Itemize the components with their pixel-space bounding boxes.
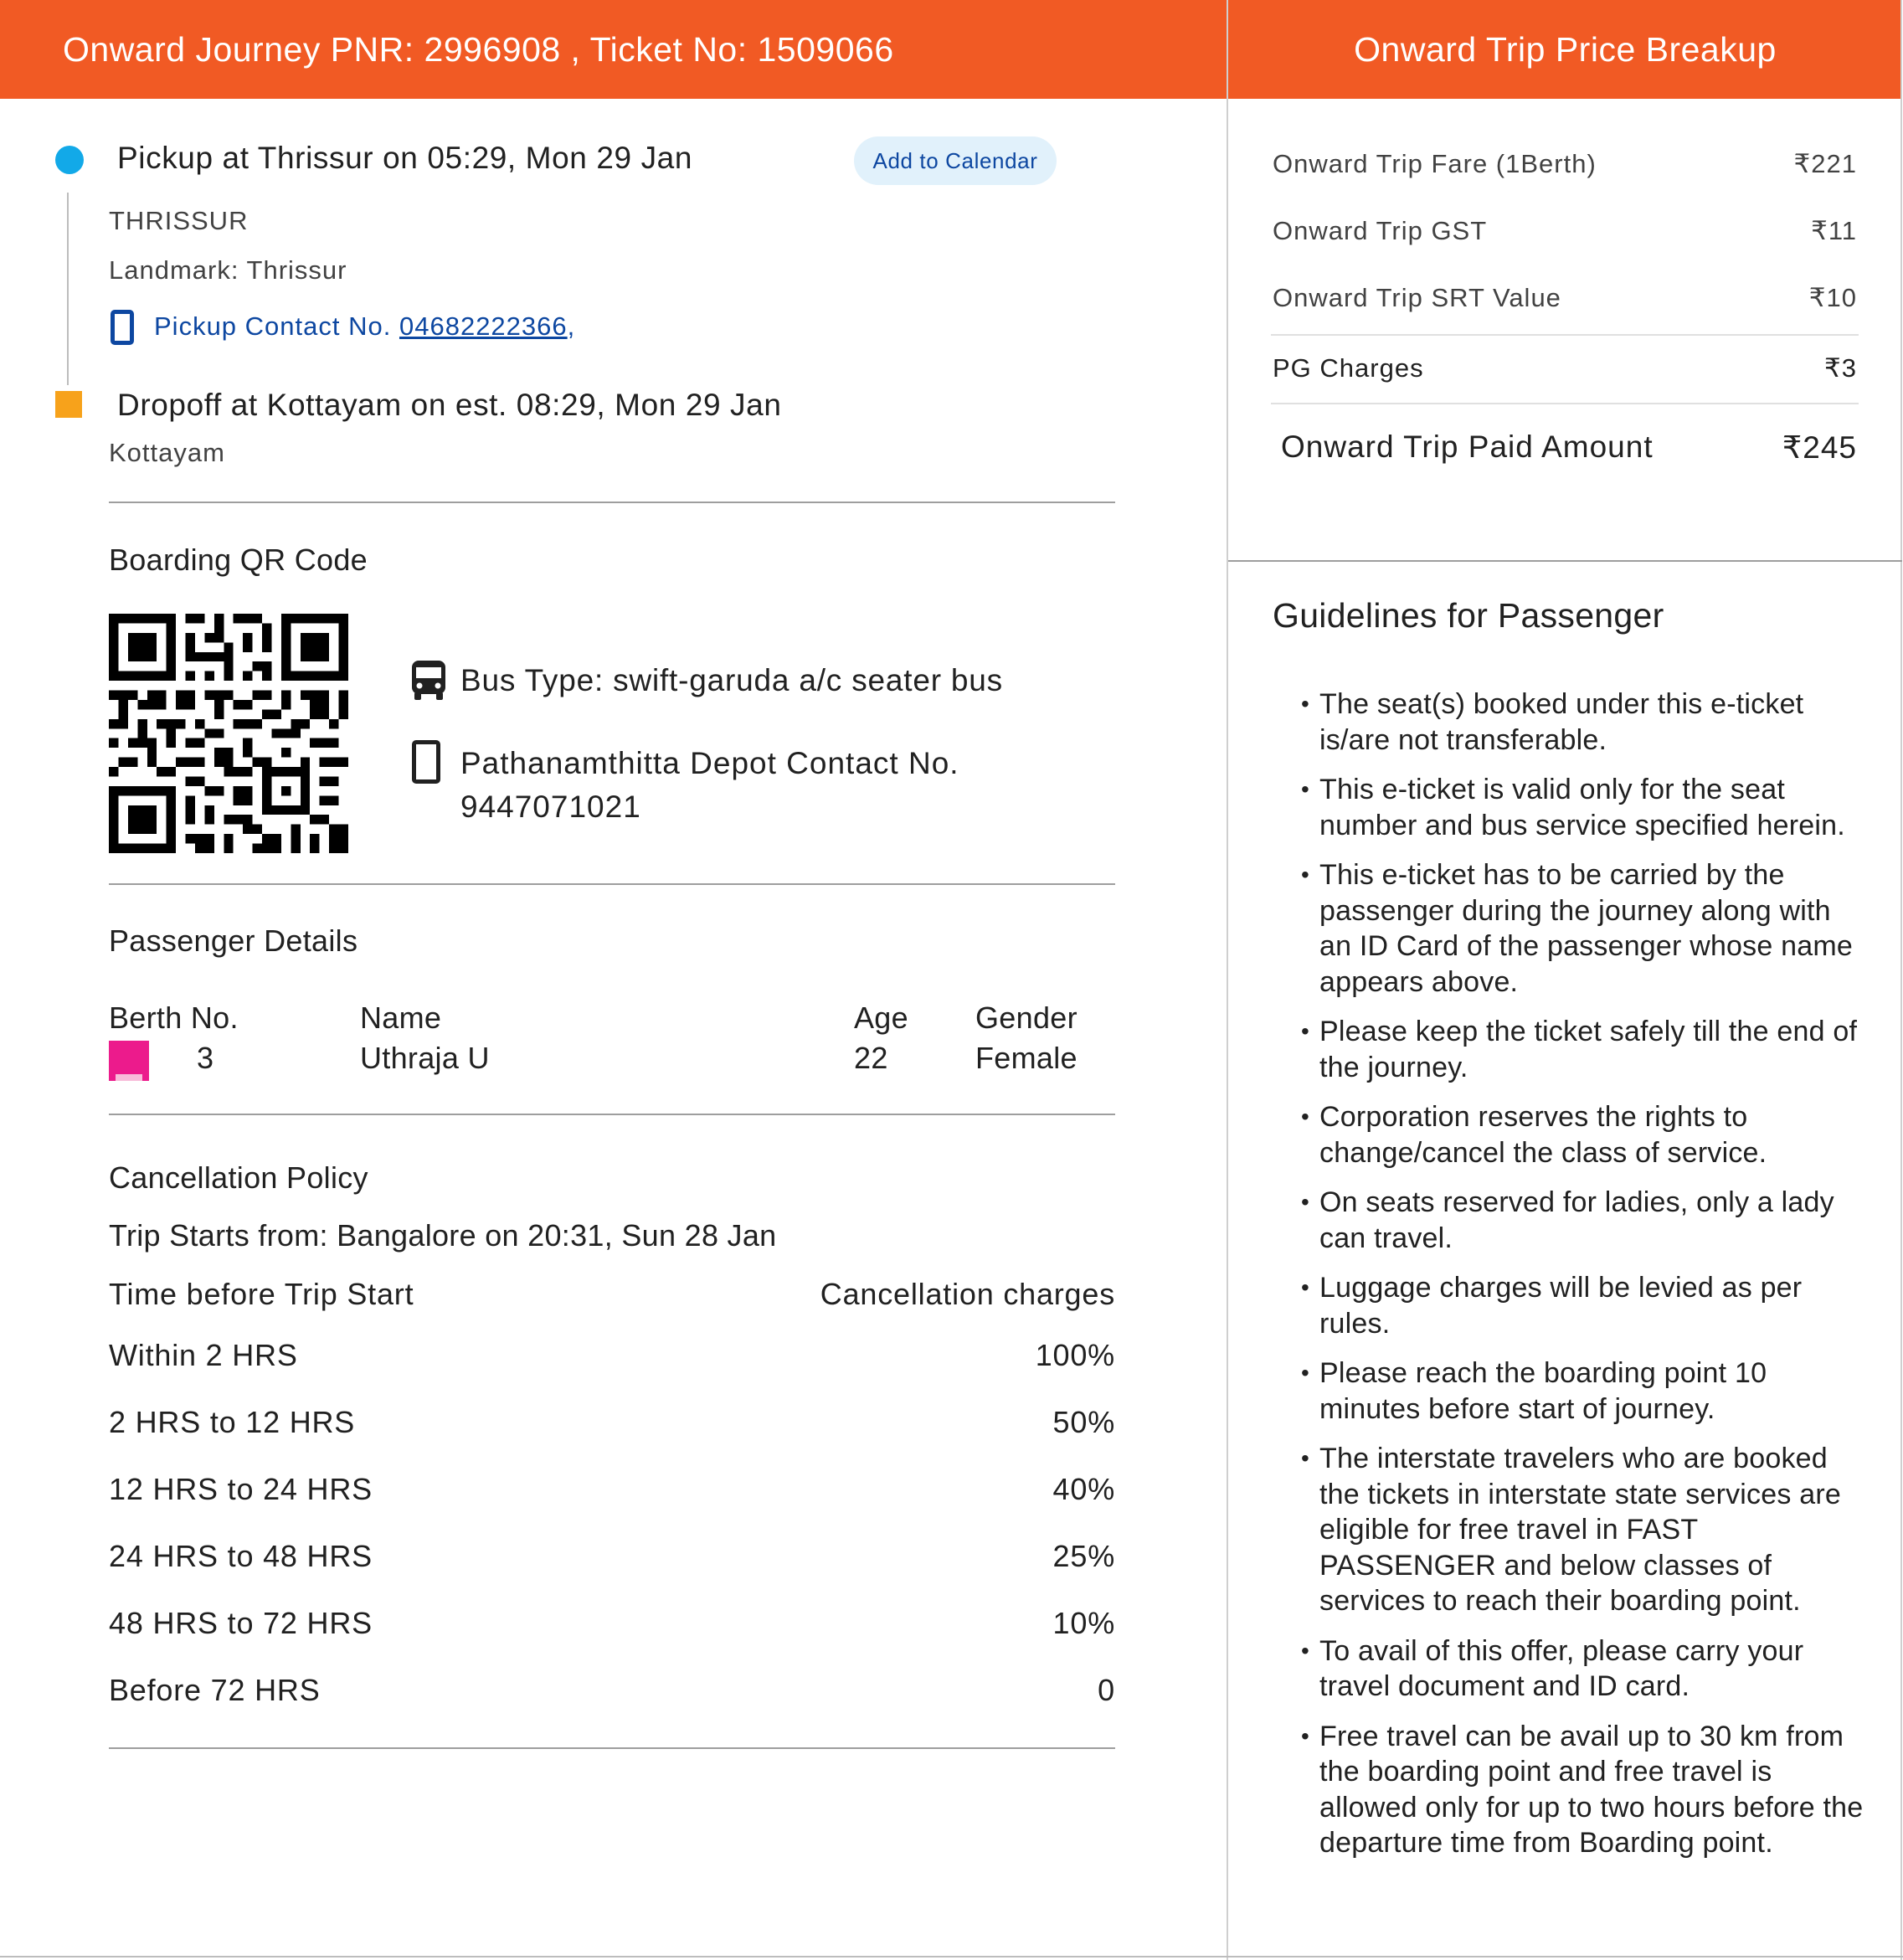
price-label: Onward Trip Fare (1Berth) [1273, 149, 1597, 178]
cancel-time-header: Time before Trip Start [109, 1277, 414, 1311]
trip-starts: Trip Starts from: Bangalore on 20:31, Su… [109, 1218, 777, 1253]
passenger-details-title: Passenger Details [109, 923, 358, 958]
dropoff-title: Dropoff at Kottayam on est. 08:29, Mon 2… [117, 388, 782, 422]
pickup-landmark: Landmark: Thrissur [109, 255, 347, 285]
pickup-title: Pickup at Thrissur on 05:29, Mon 29 Jan [117, 141, 693, 175]
berth-header: Berth No. [109, 1001, 239, 1035]
boarding-qr-code [109, 614, 348, 853]
price-label: Onward Trip SRT Value [1273, 283, 1561, 312]
cancel-row-time: 24 HRS to 48 HRS [109, 1539, 373, 1573]
cancel-row-charge: 10% [1052, 1606, 1115, 1640]
guideline-item: This e-ticket is valid only for the seat… [1301, 772, 1864, 843]
guideline-item: The interstate travelers who are booked … [1301, 1441, 1864, 1619]
dropoff-city: Kottayam [109, 438, 225, 467]
price-value: ₹11 [1811, 216, 1857, 245]
passenger-age: 22 [854, 1041, 888, 1075]
add-to-calendar-button[interactable]: Add to Calendar [854, 136, 1057, 185]
depot-contact: Pathanamthitta Depot Contact No. 9447071… [460, 742, 959, 829]
passenger-berth: 3 [197, 1041, 214, 1075]
cancel-charges-header: Cancellation charges [820, 1277, 1115, 1311]
pickup-city: THRISSUR [109, 206, 249, 235]
guideline-item: Please reach the boarding point 10 minut… [1301, 1356, 1864, 1427]
mobile-phone-icon [111, 310, 134, 345]
price-row-srt: Onward Trip SRT Value ₹10 [1273, 283, 1857, 313]
price-divider [1271, 403, 1859, 404]
cancel-row-charge: 25% [1052, 1539, 1115, 1573]
divider [109, 502, 1115, 503]
cancel-row-charge: 50% [1052, 1405, 1115, 1439]
paid-amount-value: ₹245 [1782, 430, 1857, 465]
bus-icon [412, 661, 445, 700]
gender-header: Gender [975, 1001, 1078, 1035]
depot-phone-icon [412, 740, 440, 784]
price-divider [1271, 334, 1859, 336]
bus-type: Bus Type: swift-garuda a/c seater bus [460, 663, 1003, 697]
cancel-row-time: Before 72 HRS [109, 1673, 321, 1707]
price-row-fare: Onward Trip Fare (1Berth) ₹221 [1273, 149, 1857, 179]
price-breakup-title: Onward Trip Price Breakup [1354, 29, 1777, 69]
divider [109, 1114, 1115, 1115]
name-header: Name [360, 1001, 442, 1035]
pickup-contact-number-link[interactable]: 04682222366 [399, 311, 568, 341]
divider [109, 1747, 1115, 1749]
divider [109, 883, 1115, 885]
journey-title: Onward Journey PNR: 2996908 , Ticket No:… [63, 29, 894, 69]
depot-contact-label: Pathanamthitta Depot Contact No. [460, 746, 959, 780]
pg-charges-value: ₹3 [1824, 353, 1857, 383]
cancel-row-time: 2 HRS to 12 HRS [109, 1405, 356, 1439]
guideline-item: Free travel can be avail up to 30 km fro… [1301, 1719, 1864, 1861]
pickup-contact-suffix: , [567, 311, 576, 341]
passenger-gender: Female [975, 1041, 1078, 1075]
guideline-item: To avail of this offer, please carry you… [1301, 1633, 1864, 1705]
price-row-gst: Onward Trip GST ₹11 [1273, 216, 1857, 246]
paid-amount-row: Onward Trip Paid Amount ₹245 [1281, 430, 1857, 466]
price-label: Onward Trip GST [1273, 216, 1488, 245]
guidelines-list: The seat(s) booked under this e-ticket i… [1301, 687, 1864, 1875]
berth-color-icon [109, 1041, 149, 1081]
right-border [1900, 0, 1902, 1960]
pickup-contact-label: Pickup Contact No. [154, 311, 392, 341]
pg-charges-label: PG Charges [1273, 353, 1424, 383]
cancel-row-charge: 40% [1052, 1472, 1115, 1506]
price-header: Onward Trip Price Breakup [1228, 0, 1902, 99]
dropoff-square-icon [55, 391, 82, 418]
depot-contact-number: 9447071021 [460, 790, 641, 824]
price-value: ₹221 [1793, 149, 1857, 178]
guideline-item: Luggage charges will be levied as per ru… [1301, 1270, 1864, 1341]
guideline-item: This e-ticket has to be carried by the p… [1301, 857, 1864, 1000]
guidelines-title: Guidelines for Passenger [1273, 596, 1664, 635]
cancel-row-charge: 0 [1098, 1673, 1115, 1707]
guideline-item: Corporation reserves the rights to chang… [1301, 1099, 1864, 1170]
timeline-line [67, 193, 69, 385]
divider [1228, 560, 1902, 562]
guideline-item: The seat(s) booked under this e-ticket i… [1301, 687, 1864, 758]
price-row-pg: PG Charges ₹3 [1273, 353, 1857, 383]
cancel-row-charge: 100% [1035, 1338, 1115, 1372]
journey-header: Onward Journey PNR: 2996908 , Ticket No:… [0, 0, 1227, 99]
cancel-row-time: 12 HRS to 24 HRS [109, 1472, 373, 1506]
pickup-contact: Pickup Contact No. 04682222366, [154, 311, 575, 342]
age-header: Age [854, 1001, 908, 1035]
cancel-row-time: 48 HRS to 72 HRS [109, 1606, 373, 1640]
bottom-border [0, 1956, 1903, 1957]
boarding-qr-title: Boarding QR Code [109, 543, 368, 577]
pickup-dot-icon [55, 146, 84, 174]
paid-amount-label: Onward Trip Paid Amount [1281, 430, 1654, 464]
passenger-name: Uthraja U [360, 1041, 490, 1075]
price-value: ₹10 [1808, 283, 1857, 312]
cancel-row-time: Within 2 HRS [109, 1338, 298, 1372]
guideline-item: Please keep the ticket safely till the e… [1301, 1014, 1864, 1085]
cancellation-policy-title: Cancellation Policy [109, 1160, 368, 1195]
column-divider [1227, 0, 1228, 1960]
guideline-item: On seats reserved for ladies, only a lad… [1301, 1185, 1864, 1256]
